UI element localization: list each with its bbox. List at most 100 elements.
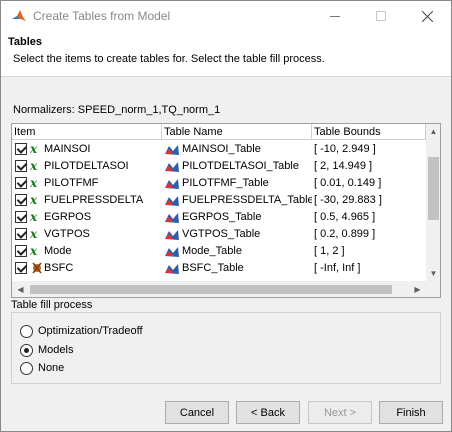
finish-button[interactable]: Finish [379, 401, 443, 424]
item-label: MAINSOI [44, 143, 91, 155]
x-variable-icon: x [30, 159, 38, 173]
table-bounds-cell[interactable]: [ 0.2, 0.899 ] [312, 226, 426, 243]
item-label: PILOTFMF [44, 177, 99, 189]
table-name-cell[interactable]: MAINSOI_Table [162, 141, 312, 158]
table-bounds-cell[interactable]: [ 0.5, 4.965 ] [312, 209, 426, 226]
row-checkbox[interactable] [15, 245, 27, 257]
maximize-button[interactable] [358, 1, 404, 31]
item-label: VGTPOS [44, 228, 90, 240]
row-checkbox[interactable] [15, 228, 27, 240]
x-variable-icon: x [30, 193, 38, 207]
row-checkbox[interactable] [15, 211, 27, 223]
x-variable-icon: x [30, 176, 38, 190]
cancel-button[interactable]: Cancel [165, 401, 229, 424]
radio-button[interactable] [20, 343, 33, 357]
table-name-cell[interactable]: BSFC_Table [162, 260, 312, 277]
column-header-item[interactable]: Item [12, 124, 162, 140]
row-checkbox[interactable] [15, 177, 27, 189]
table-row[interactable]: x PILOTFMF PILOTFMF_Table [ 0.01, 0.149 … [12, 175, 426, 192]
table-bounds-cell[interactable]: [ 2, 14.949 ] [312, 158, 426, 175]
minimize-button[interactable] [312, 1, 358, 31]
table-name-cell[interactable]: PILOTDELTASOI_Table [162, 158, 312, 175]
item-label: BSFC [44, 262, 74, 274]
scroll-down-icon[interactable]: ▼ [426, 266, 440, 281]
item-cell: x VGTPOS [12, 226, 162, 243]
x-variable-icon: x [30, 244, 38, 258]
item-cell: x EGRPOS [12, 209, 162, 226]
table-row[interactable]: BSFC BSFC_Table [ -Inf, Inf ] [12, 260, 426, 277]
row-checkbox[interactable] [15, 194, 27, 206]
scroll-right-icon[interactable]: ▶ [409, 281, 426, 297]
table-row[interactable]: x MAINSOI MAINSOI_Table [ -10, 2.949 ] [12, 141, 426, 158]
scroll-up-icon[interactable]: ▲ [426, 124, 440, 139]
table-icon [165, 230, 179, 240]
table-row[interactable]: x PILOTDELTASOI PILOTDELTASOI_Table [ 2,… [12, 158, 426, 175]
table-bounds-cell[interactable]: [ 1, 2 ] [312, 243, 426, 260]
radio-label: Optimization/Tradeoff [38, 325, 143, 337]
close-icon [421, 10, 433, 22]
table-bounds-cell[interactable]: [ -Inf, Inf ] [312, 260, 426, 277]
table-name-cell[interactable]: EGRPOS_Table [162, 209, 312, 226]
next-button[interactable]: Next > [308, 401, 372, 424]
item-cell: x FUELPRESSDELTA [12, 192, 162, 209]
page-header: Tables Select the items to create tables… [1, 31, 451, 77]
table-name-label: FUELPRESSDELTA_Table [182, 194, 312, 206]
page-title: Tables [8, 36, 43, 48]
table-bounds-cell[interactable]: [ -10, 2.949 ] [312, 141, 426, 158]
table-bounds-cell[interactable]: [ 0.01, 0.149 ] [312, 175, 426, 192]
table-row[interactable]: x EGRPOS EGRPOS_Table [ 0.5, 4.965 ] [12, 209, 426, 226]
table-fill-process-legend: Table fill process [9, 299, 95, 311]
page-subtitle: Select the items to create tables for. S… [13, 53, 325, 65]
table-name-cell[interactable]: Mode_Table [162, 243, 312, 260]
item-label: FUELPRESSDELTA [44, 194, 144, 206]
scroll-left-icon[interactable]: ◀ [12, 281, 29, 297]
table-bounds-cell[interactable]: [ -30, 29.883 ] [312, 192, 426, 209]
table-icon [165, 145, 179, 155]
radio-models[interactable]: Models [20, 342, 73, 358]
table-name-cell[interactable]: PILOTFMF_Table [162, 175, 312, 192]
row-checkbox[interactable] [15, 160, 27, 172]
window-title: Create Tables from Model [33, 9, 171, 23]
table-name-label: PILOTDELTASOI_Table [182, 160, 299, 172]
table-name-cell[interactable]: VGTPOS_Table [162, 226, 312, 243]
table-icon [165, 179, 179, 189]
radio-button[interactable] [20, 361, 33, 375]
table-icon [165, 162, 179, 172]
row-checkbox[interactable] [15, 262, 27, 274]
table-row[interactable]: x VGTPOS VGTPOS_Table [ 0.2, 0.899 ] [12, 226, 426, 243]
column-header-table-bounds[interactable]: Table Bounds [312, 124, 426, 140]
item-label: PILOTDELTASOI [44, 160, 129, 172]
table-name-label: BSFC_Table [182, 262, 244, 274]
table-name-label: EGRPOS_Table [182, 211, 262, 223]
table-row[interactable]: x Mode Mode_Table [ 1, 2 ] [12, 243, 426, 260]
scrollbar-corner [426, 281, 440, 297]
dialog-window: Create Tables from Model Tables Select t… [0, 0, 452, 432]
table-row[interactable]: x FUELPRESSDELTA FUELPRESSDELTA_Table [ … [12, 192, 426, 209]
row-checkbox[interactable] [15, 143, 27, 155]
table-name-label: MAINSOI_Table [182, 143, 261, 155]
table-icon [165, 264, 179, 274]
table-icon [165, 247, 179, 257]
items-table: Item Table Name Table Bounds x MAINSOI M… [11, 123, 441, 298]
x-variable-icon: x [30, 142, 38, 156]
table-name-cell[interactable]: FUELPRESSDELTA_Table [162, 192, 312, 209]
item-cell: BSFC [12, 260, 162, 277]
maximize-icon [376, 11, 386, 21]
title-bar: Create Tables from Model [1, 1, 451, 31]
item-cell: x Mode [12, 243, 162, 260]
column-header-table-name[interactable]: Table Name [162, 124, 312, 140]
table-name-label: PILOTFMF_Table [182, 177, 269, 189]
radio-optimization-tradeoff[interactable]: Optimization/Tradeoff [20, 323, 143, 339]
vertical-scroll-thumb[interactable] [428, 157, 439, 220]
radio-button[interactable] [20, 324, 33, 338]
vertical-scrollbar[interactable]: ▲ ▼ [426, 124, 440, 281]
radio-none[interactable]: None [20, 360, 64, 376]
horizontal-scroll-thumb[interactable] [30, 285, 392, 294]
horizontal-scrollbar[interactable]: ◀ ▶ [12, 281, 426, 297]
table-name-label: VGTPOS_Table [182, 228, 261, 240]
back-button[interactable]: < Back [236, 401, 300, 424]
table-icon [165, 213, 179, 223]
x-variable-icon: x [30, 210, 38, 224]
item-cell: x PILOTDELTASOI [12, 158, 162, 175]
close-button[interactable] [404, 1, 450, 31]
